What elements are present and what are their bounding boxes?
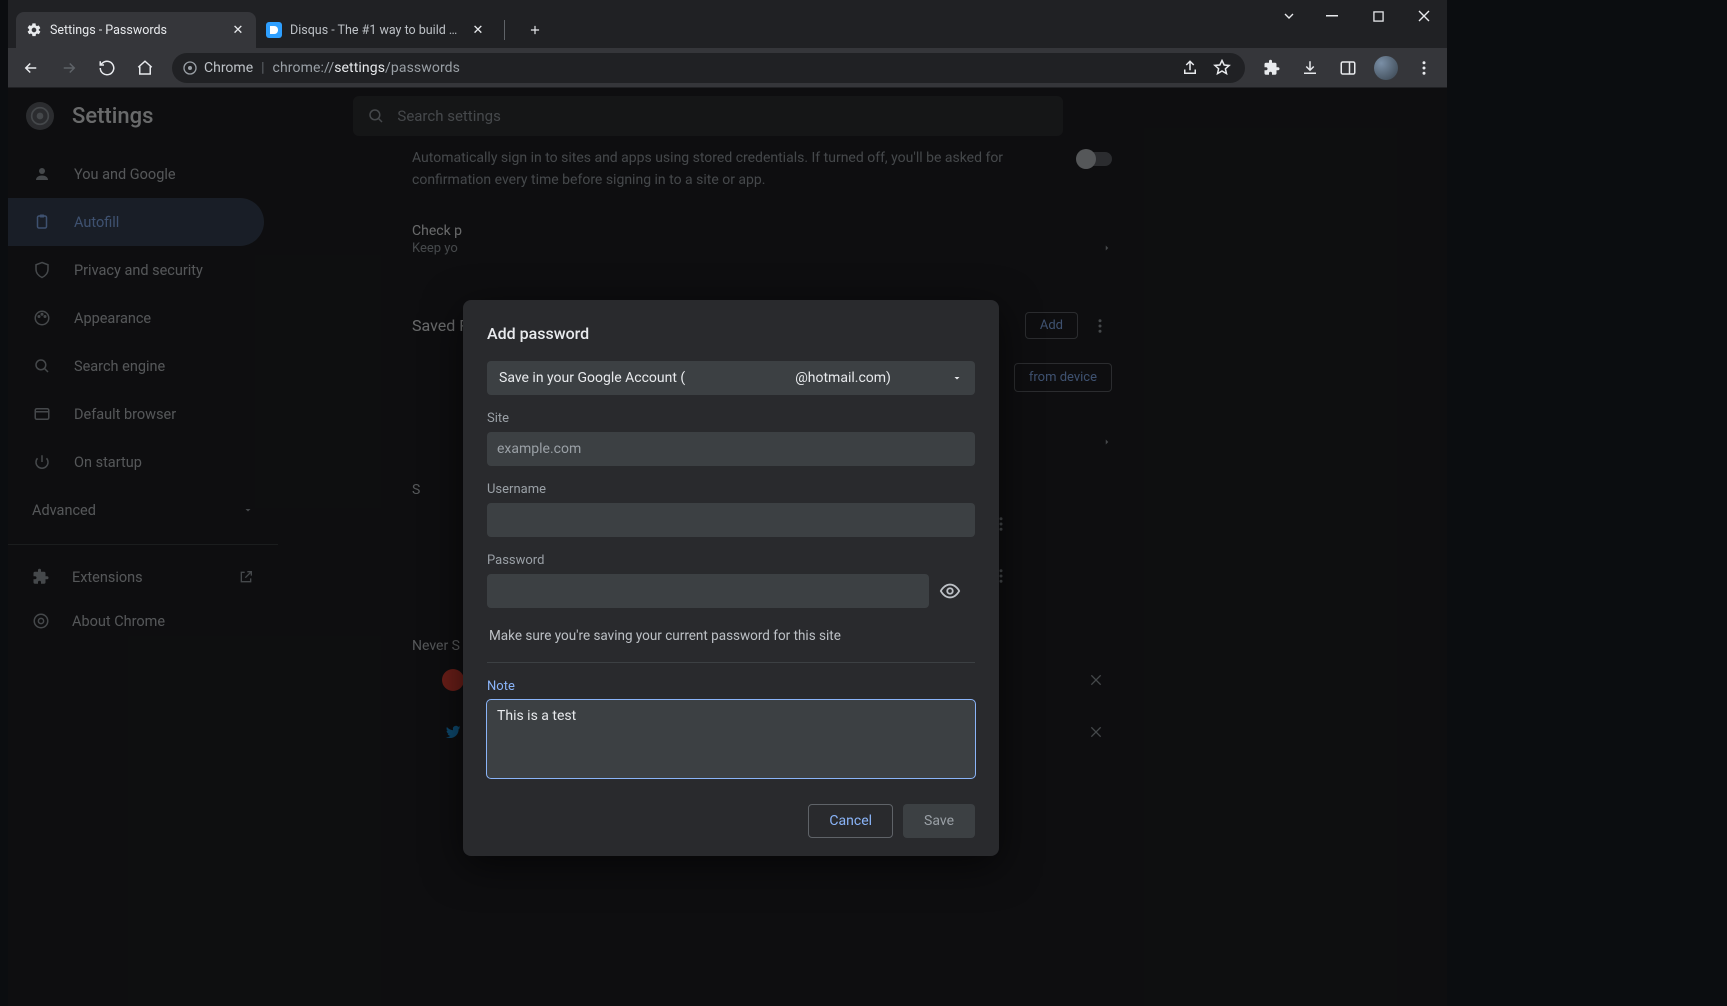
profile-avatar[interactable] xyxy=(1369,52,1403,84)
tab-settings-passwords[interactable]: Settings - Passwords ✕ xyxy=(16,12,256,48)
cancel-button[interactable]: Cancel xyxy=(808,804,893,838)
home-button[interactable] xyxy=(128,52,162,84)
maximize-button[interactable] xyxy=(1355,0,1401,32)
show-password-icon[interactable] xyxy=(939,580,961,602)
extensions-icon[interactable] xyxy=(1255,52,1289,84)
site-input[interactable] xyxy=(487,432,975,466)
browser-toolbar: Chrome | chrome://settings/passwords xyxy=(8,48,1447,88)
save-button[interactable]: Save xyxy=(903,804,975,838)
new-tab-button[interactable] xyxy=(521,16,549,44)
dialog-title: Add password xyxy=(487,324,975,343)
close-icon[interactable]: ✕ xyxy=(470,22,486,38)
password-label: Password xyxy=(487,553,975,568)
separator: | xyxy=(261,60,264,76)
downloads-icon[interactable] xyxy=(1293,52,1327,84)
minimize-button[interactable] xyxy=(1309,0,1355,32)
titlebar: Settings - Passwords ✕ Disqus - The #1 w… xyxy=(8,0,1447,48)
username-input[interactable] xyxy=(487,503,975,537)
tab-separator xyxy=(504,20,505,40)
forward-button[interactable] xyxy=(52,52,86,84)
note-input[interactable] xyxy=(487,700,975,778)
site-label: Site xyxy=(487,411,975,426)
address-bar[interactable]: Chrome | chrome://settings/passwords xyxy=(172,53,1245,83)
reload-button[interactable] xyxy=(90,52,124,84)
tab-label: Disqus - The #1 way to build an a xyxy=(290,23,462,38)
tab-search-button[interactable] xyxy=(1281,8,1297,24)
share-icon[interactable] xyxy=(1181,59,1199,77)
add-password-dialog: Add password Save in your Google Account… xyxy=(463,300,999,856)
close-icon[interactable]: ✕ xyxy=(230,22,246,38)
password-input[interactable] xyxy=(487,574,929,608)
back-button[interactable] xyxy=(14,52,48,84)
save-location-dropdown[interactable]: Save in your Google Account ( @hotmail.c… xyxy=(487,361,975,395)
sidepanel-icon[interactable] xyxy=(1331,52,1365,84)
settings-page: Settings Search settings You and Google … xyxy=(8,88,1447,1006)
site-info-label: Chrome xyxy=(204,60,253,76)
site-info-button[interactable]: Chrome xyxy=(182,60,253,76)
close-window-button[interactable] xyxy=(1401,0,1447,32)
menu-icon[interactable] xyxy=(1407,52,1441,84)
url-text: chrome://settings/passwords xyxy=(273,60,460,76)
chevron-down-icon xyxy=(951,372,963,384)
username-label: Username xyxy=(487,482,975,497)
window-controls xyxy=(1309,0,1447,32)
bookmark-icon[interactable] xyxy=(1213,59,1231,77)
tab-label: Settings - Passwords xyxy=(50,23,222,38)
disqus-icon xyxy=(266,22,282,38)
tab-disqus[interactable]: Disqus - The #1 way to build an a ✕ xyxy=(256,12,496,48)
password-hint: Make sure you're saving your current pas… xyxy=(487,628,975,663)
note-label: Note xyxy=(487,679,975,694)
gear-icon xyxy=(26,22,42,38)
